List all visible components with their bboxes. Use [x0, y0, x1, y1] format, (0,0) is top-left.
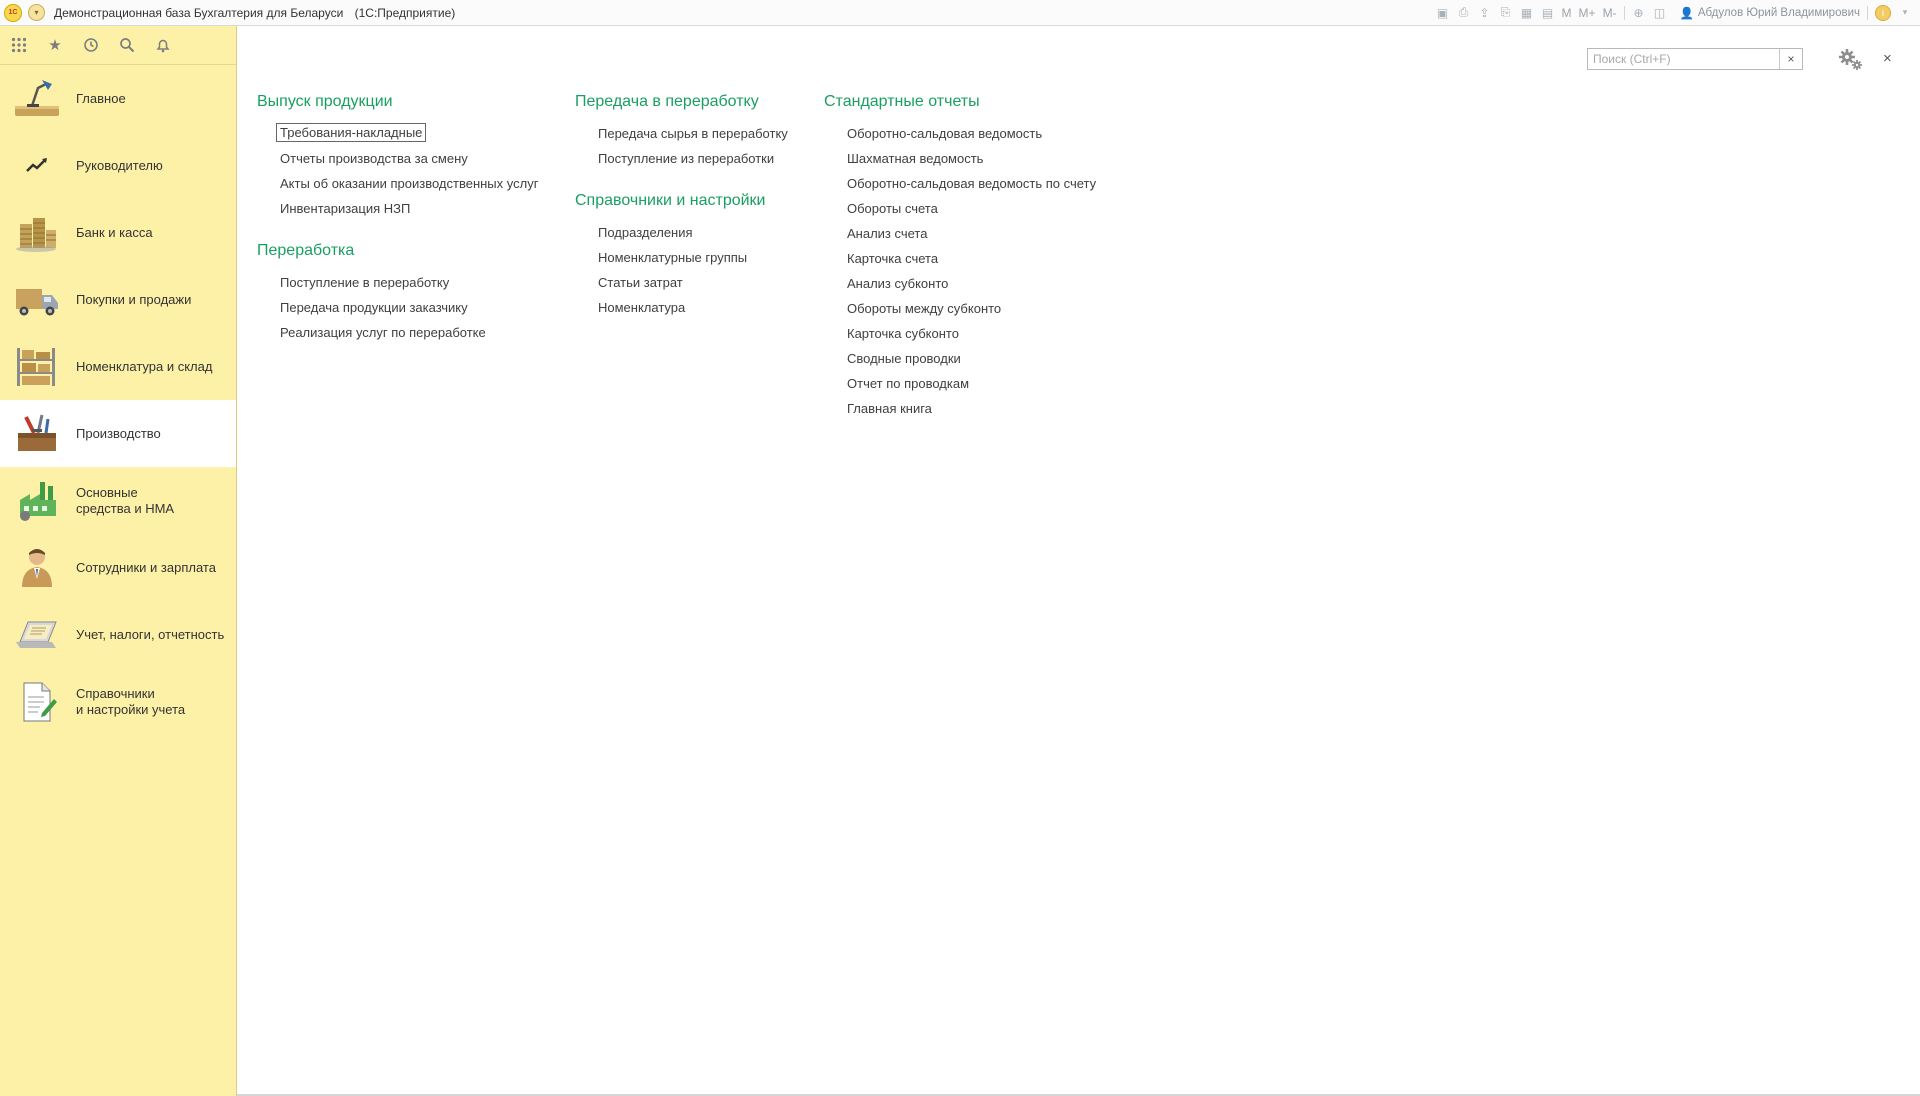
sidebar-item-label: Производство	[76, 425, 161, 441]
link-kartochka-subkonto[interactable]: Карточка субконто	[847, 326, 959, 341]
link-analiz-scheta[interactable]: Анализ счета	[847, 226, 927, 241]
calculator-icon[interactable]: ▦	[1520, 6, 1534, 20]
link-nomenklatura[interactable]: Номенклатура	[598, 300, 685, 315]
link-glavnaya-kniga[interactable]: Главная книга	[847, 401, 932, 416]
link-shahmatnaya[interactable]: Шахматная ведомость	[847, 151, 983, 166]
document-edit-icon	[12, 679, 62, 725]
sidebar-item-label-text: Основные средства и НМА	[76, 484, 175, 516]
link-postuplenie-v-pererabotku[interactable]: Поступление в переработку	[280, 275, 449, 290]
link-podrazdeleniya[interactable]: Подразделения	[598, 225, 693, 240]
close-button[interactable]: ×	[1883, 50, 1892, 67]
upload-icon[interactable]: ⇪	[1478, 6, 1492, 20]
search-input[interactable]	[1591, 49, 1779, 69]
sidebar-toolbar: ★	[0, 26, 236, 65]
history-icon[interactable]	[82, 36, 100, 54]
link-svodnye-provodki[interactable]: Сводные проводки	[847, 351, 961, 366]
search-field[interactable]: ×	[1587, 48, 1803, 70]
window-title: Демонстрационная база Бухгалтерия для Бе…	[54, 6, 455, 20]
trend-chart-icon	[12, 143, 62, 189]
gear-icon[interactable]	[1838, 47, 1862, 71]
calendar-icon[interactable]: ▤	[1541, 6, 1555, 20]
section-title-vypusk: Выпуск продукции	[257, 93, 393, 110]
memory-m-plus-button[interactable]: M+	[1579, 6, 1596, 20]
sidebar-item-label: Справочники и настройки учета	[76, 686, 185, 718]
sidebar-item-label: Покупки и продажи	[76, 291, 192, 307]
print-icon[interactable]: ⎙	[1457, 5, 1471, 20]
notifications-bell-icon[interactable]	[154, 36, 172, 54]
sidebar-item-label: Учет, налоги, отчетность	[76, 626, 225, 642]
section-title-spravochniki: Справочники и настройки	[575, 192, 766, 209]
toolbox-icon	[12, 411, 62, 457]
sidebar-item-label-text: Справочники и настройки учета	[76, 685, 186, 717]
sidebar-item-label: Банк и касса	[76, 224, 153, 240]
employee-icon	[12, 545, 62, 591]
desk-lamp-icon	[12, 76, 62, 122]
save-icon[interactable]: ▣	[1436, 6, 1450, 20]
memory-m-minus-button[interactable]: M-	[1603, 6, 1617, 20]
sidebar-item-fixed-assets[interactable]: Основные средства и НМА	[0, 467, 236, 534]
print-preview-icon[interactable]: ⎘	[1499, 5, 1513, 20]
link-akty-uslug[interactable]: Акты об оказании производственных услуг	[280, 176, 538, 191]
link-oboroty-mezhdu-subkonto[interactable]: Обороты между субконто	[847, 301, 1001, 316]
section-title-pererabotka: Переработка	[257, 242, 355, 259]
section-title-otchety: Стандартные отчеты	[824, 93, 980, 110]
user-icon: 👤	[1679, 7, 1694, 20]
sidebar-item-directories-settings[interactable]: Справочники и настройки учета	[0, 668, 236, 735]
sidebar-item-bank[interactable]: Банк и касса	[0, 199, 236, 266]
sections-sidebar: ★ Главное Руководителю Банк и касса Поку…	[0, 26, 237, 1096]
panels-icon[interactable]: ◫	[1653, 6, 1667, 20]
toolbar-divider	[1623, 5, 1625, 20]
coins-icon	[12, 210, 62, 256]
user-name: Абдулов Юрий Владимирович	[1697, 6, 1860, 19]
link-otchety-proizvodstva[interactable]: Отчеты производства за смену	[280, 151, 468, 166]
memory-m-button[interactable]: M	[1562, 6, 1572, 20]
window-title-bar: 1С ▾ Демонстрационная база Бухгалтерия д…	[0, 0, 1920, 26]
link-trebovaniya-nakladnye[interactable]: Требования-накладные	[275, 123, 427, 142]
sidebar-item-director[interactable]: Руководителю	[0, 132, 236, 199]
sidebar-item-label: Главное	[76, 90, 126, 106]
sidebar-item-employees-salary[interactable]: Сотрудники и зарплата	[0, 534, 236, 601]
sidebar-item-main[interactable]: Главное	[0, 65, 236, 132]
toolbar-divider	[1867, 5, 1868, 20]
sidebar-item-accounting-taxes[interactable]: Учет, налоги, отчетность	[0, 601, 236, 668]
sidebar-item-label: Руководителю	[76, 157, 163, 173]
factory-icon	[12, 478, 62, 524]
main-menu-icon[interactable]: ▾	[28, 4, 45, 21]
sidebar-item-label: Основные средства и НМА	[76, 485, 174, 517]
link-otchet-po-provodkam[interactable]: Отчет по проводкам	[847, 376, 969, 391]
window-subtitle-text: (1С:Предприятие)	[354, 5, 456, 20]
link-postuplenie-iz-pererabotki[interactable]: Поступление из переработки	[598, 151, 774, 166]
warehouse-shelf-icon	[12, 344, 62, 390]
search-icon[interactable]	[118, 36, 136, 54]
clear-search-button[interactable]: ×	[1779, 49, 1802, 69]
link-osv-po-schetu[interactable]: Оборотно-сальдовая ведомость по счету	[847, 176, 1096, 191]
section-title-peredacha: Передача в переработку	[575, 93, 759, 110]
apps-grid-icon[interactable]	[10, 36, 28, 54]
sidebar-item-label: Номенклатура и склад	[76, 358, 213, 374]
sidebar-item-purchases-sales[interactable]: Покупки и продажи	[0, 266, 236, 333]
link-stati-zatrat[interactable]: Статьи затрат	[598, 275, 683, 290]
link-kartochka-scheta[interactable]: Карточка счета	[847, 251, 938, 266]
delivery-truck-icon	[12, 277, 62, 323]
chevron-down-icon[interactable]: ▾	[1898, 6, 1912, 20]
sidebar-item-production[interactable]: Производство	[0, 400, 236, 467]
window-title-text: Демонстрационная база Бухгалтерия для Бе…	[54, 5, 344, 20]
link-inventarizaciya-nzp[interactable]: Инвентаризация НЗП	[280, 201, 410, 216]
zoom-icon[interactable]: ⊕	[1632, 6, 1646, 20]
app-logo-icon[interactable]: 1С	[4, 3, 22, 22]
link-analiz-subkonto[interactable]: Анализ субконто	[847, 276, 948, 291]
favorites-star-icon[interactable]: ★	[46, 36, 64, 54]
link-peredacha-syrya[interactable]: Передача сырья в переработку	[598, 126, 788, 141]
laptop-report-icon	[12, 612, 62, 658]
link-nomenklaturnye-gruppy[interactable]: Номенклатурные группы	[598, 250, 747, 265]
sidebar-item-label: Сотрудники и зарплата	[76, 559, 216, 575]
link-osv[interactable]: Оборотно-сальдовая ведомость	[847, 126, 1042, 141]
link-realizaciya-uslug[interactable]: Реализация услуг по переработке	[280, 325, 486, 340]
link-peredacha-produkcii[interactable]: Передача продукции заказчику	[280, 300, 468, 315]
link-oboroty-scheta[interactable]: Обороты счета	[847, 201, 938, 216]
current-user[interactable]: 👤 Абдулов Юрий Владимирович	[1680, 6, 1860, 20]
sidebar-item-nomenclature-warehouse[interactable]: Номенклатура и склад	[0, 333, 236, 400]
info-icon[interactable]: i	[1875, 4, 1891, 21]
